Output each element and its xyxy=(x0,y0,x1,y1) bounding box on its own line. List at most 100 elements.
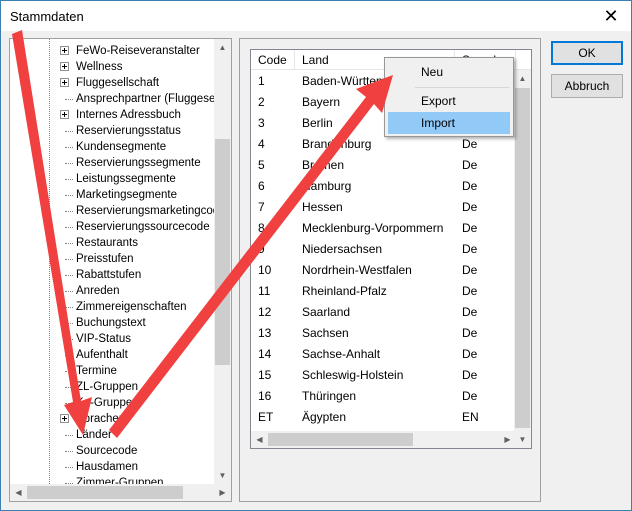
tree-item-label: Leistungssegmente xyxy=(76,173,176,185)
tree-connector xyxy=(65,195,73,196)
tree-vertical-scrollbar[interactable]: ▲ ▼ xyxy=(214,39,231,484)
scroll-right-icon[interactable]: ▶ xyxy=(214,484,231,501)
tree-item-label: Reservierungssegmente xyxy=(76,157,201,169)
cell-land: Sachse-Anhalt xyxy=(302,347,381,361)
list-hscroll-thumb[interactable] xyxy=(268,433,413,446)
tree-connector xyxy=(65,403,73,404)
tree-item-label: Restaurants xyxy=(76,237,139,249)
tree-item-label: Marketingsegmente xyxy=(76,189,177,201)
cell-code: 1 xyxy=(258,74,265,88)
cell-code: 12 xyxy=(258,305,272,319)
cancel-button[interactable]: Abbruch xyxy=(551,74,623,98)
cell-code: 7 xyxy=(258,200,265,214)
tree-horizontal-scrollbar[interactable]: ◀ ▶ xyxy=(10,484,231,501)
context-menu: Neu Export Import xyxy=(384,57,514,137)
tree-item-label: Fluggesellschaft xyxy=(76,77,160,89)
cell-sprache: De xyxy=(462,326,478,340)
cell-sprache: De xyxy=(462,179,478,193)
ok-button[interactable]: OK xyxy=(551,41,623,65)
tree-item-label: Wellness xyxy=(76,61,123,73)
cell-sprache: EN xyxy=(462,410,479,424)
scroll-left-icon[interactable]: ◀ xyxy=(10,484,27,501)
cell-land: Hessen xyxy=(302,200,343,214)
cell-sprache: De xyxy=(462,389,478,403)
cell-land: Saarland xyxy=(302,305,351,319)
table-row[interactable]: 8 Mecklenburg-Vorpommern De xyxy=(251,218,516,239)
expand-plus-icon[interactable] xyxy=(60,414,69,423)
list-scroll-thumb[interactable] xyxy=(515,88,530,428)
expand-plus-icon[interactable] xyxy=(60,62,69,71)
list-vertical-scrollbar[interactable]: ▲ ▼ xyxy=(514,70,531,448)
tree-item-label: VIP-Status xyxy=(76,333,131,345)
table-row[interactable]: 5 Bremen De xyxy=(251,155,516,176)
table-row[interactable]: 7 Hessen De xyxy=(251,197,516,218)
tree-item-label: Kundensegmente xyxy=(76,141,167,153)
cell-land: Nordrhein-Westfalen xyxy=(302,263,412,277)
cell-sprache: De xyxy=(462,221,478,235)
cell-land: Niedersachsen xyxy=(302,242,383,256)
cell-sprache: De xyxy=(462,242,478,256)
table-row[interactable]: ET Ägypten EN xyxy=(251,407,516,428)
expand-plus-icon[interactable] xyxy=(60,46,69,55)
table-row[interactable]: 11 Rheinland-Pfalz De xyxy=(251,281,516,302)
cell-sprache: De xyxy=(462,158,478,172)
tree-hscroll-thumb[interactable] xyxy=(27,486,183,499)
cell-sprache: De xyxy=(462,347,478,361)
tree-item-label: Termine xyxy=(76,365,117,377)
table-row[interactable]: 6 Hamburg De xyxy=(251,176,516,197)
tree-connector xyxy=(65,307,73,308)
cell-land: Hamburg xyxy=(302,179,352,193)
tree-connector xyxy=(65,323,73,324)
tree-item-label: Ka-Gruppen xyxy=(76,397,139,409)
cell-code: 5 xyxy=(258,158,265,172)
tree-item-label: Zimmereigenschaften xyxy=(76,301,187,313)
scroll-left-icon[interactable]: ◀ xyxy=(251,431,268,448)
menu-item-import[interactable]: Import xyxy=(388,112,510,134)
tree-connector xyxy=(65,451,73,452)
table-row[interactable]: 4 Brandenburg De xyxy=(251,134,516,155)
cell-code: ET xyxy=(258,410,274,424)
table-row[interactable]: 13 Sachsen De xyxy=(251,323,516,344)
tree-connector xyxy=(65,259,73,260)
column-header-code[interactable]: Code xyxy=(251,50,295,70)
expand-plus-icon[interactable] xyxy=(60,78,69,87)
cell-code: 15 xyxy=(258,368,272,382)
tree-item-label: Ansprechpartner (Fluggesellsc xyxy=(76,93,232,105)
cell-land: Mecklenburg-Vorpommern xyxy=(302,221,444,235)
tree-connector xyxy=(65,371,73,372)
expand-plus-icon[interactable] xyxy=(60,110,69,119)
close-icon[interactable]: ✕ xyxy=(600,5,622,27)
tree-connector xyxy=(65,275,73,276)
scroll-right-icon[interactable]: ▶ xyxy=(499,431,516,448)
table-row[interactable]: 15 Schleswig-Holstein De xyxy=(251,365,516,386)
cell-sprache: De xyxy=(462,284,478,298)
title-bar: Stammdaten ✕ xyxy=(1,1,631,31)
scroll-down-icon[interactable]: ▼ xyxy=(214,467,231,484)
tree-connector xyxy=(65,435,73,436)
category-tree[interactable]: FeWo-Reiseveranstalter Wellness Fluggesell… xyxy=(9,38,232,502)
menu-item-export[interactable]: Export xyxy=(388,90,510,112)
table-row[interactable]: 16 Thüringen De xyxy=(251,386,516,407)
tree-item-label: ZL-Gruppen xyxy=(76,381,139,393)
tree-item-label: Hausdamen xyxy=(76,461,139,473)
table-row[interactable]: 9 Niedersachsen De xyxy=(251,239,516,260)
cell-sprache: De xyxy=(462,137,478,151)
table-row[interactable]: 14 Sachse-Anhalt De xyxy=(251,344,516,365)
scroll-up-icon[interactable]: ▲ xyxy=(214,39,231,56)
cell-land: Sachsen xyxy=(302,326,349,340)
table-row[interactable]: 10 Nordrhein-Westfalen De xyxy=(251,260,516,281)
tree-item-label: Reservierungsmarketingcode xyxy=(76,205,226,217)
cell-code: 10 xyxy=(258,263,272,277)
cell-code: 8 xyxy=(258,221,265,235)
tree-connector xyxy=(65,339,73,340)
list-horizontal-scrollbar[interactable]: ◀ ▶ xyxy=(251,431,516,448)
tree-connector xyxy=(65,163,73,164)
scroll-up-icon[interactable]: ▲ xyxy=(514,70,531,87)
scroll-down-icon[interactable]: ▼ xyxy=(514,431,531,448)
tree-scroll-thumb[interactable] xyxy=(215,139,230,365)
tree-connector xyxy=(65,147,73,148)
menu-item-neu[interactable]: Neu xyxy=(388,61,510,83)
table-row[interactable]: 12 Saarland De xyxy=(251,302,516,323)
cell-land: Schleswig-Holstein xyxy=(302,368,404,382)
tree-item-label: Sourcecode xyxy=(76,445,138,457)
